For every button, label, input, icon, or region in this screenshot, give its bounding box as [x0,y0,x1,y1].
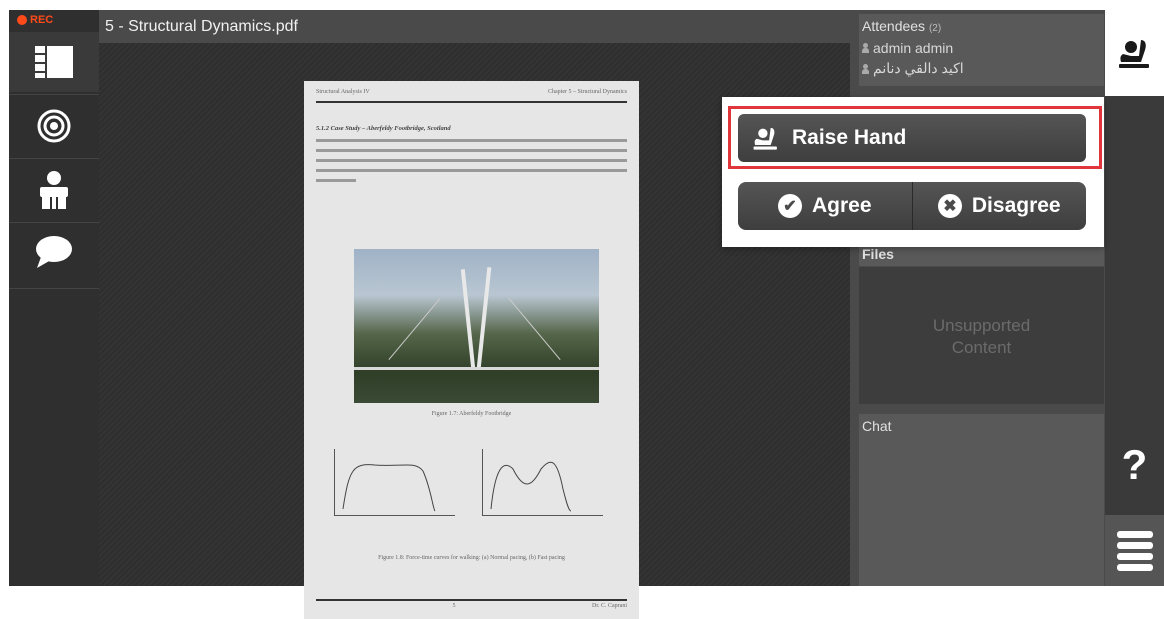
section-title: 5.1.2 Case Study – Aberfeldy Footbridge,… [316,125,451,132]
disagree-button[interactable]: ✖ Disagree [913,182,1087,230]
files-header-bar: Files [859,244,1104,266]
presenter-button[interactable] [9,160,99,220]
page-number: 5 [452,603,456,609]
chat-icon [36,236,72,268]
attendee-name: اكيد دالقي دنانم [873,60,964,76]
page-footer-right: Dr. C. Caprani [592,603,627,609]
broadcast-button[interactable] [9,96,99,156]
page-footer: 5 Dr. C. Caprani [316,603,628,609]
check-circle-icon: ✔ [777,194,802,218]
raise-hand-popup: Raise Hand ✔ Agree ✖ Disagree [722,97,1104,247]
attendees-title: Attendees [862,18,926,34]
files-panel: Unsupported Content [859,267,1104,404]
unsupported-content: Unsupported Content [859,315,1104,359]
page-header-right: Chapter 5 – Structural Dynamics [548,89,627,95]
figure2-caption: Figure 1.8: Force-time curves for walkin… [378,555,565,561]
person-icon [862,43,869,53]
help-icon: ? [1121,441,1148,488]
raise-hand-label: Raise Hand [792,126,907,149]
left-toolbar: REC [9,10,99,586]
unsupported-line2: Content [951,338,1012,357]
agree-button[interactable]: ✔ Agree [738,182,912,230]
chat-toggle-button[interactable] [9,222,99,282]
pdf-page: Structural Analysis IV Chapter 5 – Struc… [304,81,639,619]
x-circle-icon: ✖ [937,194,962,218]
figure1-caption: Figure 1.7: Aberfeldy Footbridge [431,411,512,417]
raise-hand-button[interactable]: Raise Hand [738,114,1086,162]
force-plot-a [334,449,455,516]
attendees-header: Attendees (2) [859,14,1104,38]
page-header: Structural Analysis IV Chapter 5 – Struc… [316,89,627,95]
chat-title: Chat [862,418,892,434]
attendees-count: (2) [928,23,942,34]
raise-hand-icon [753,127,777,150]
chat-panel: Chat [859,414,1104,586]
help-button[interactable]: ? [1105,435,1164,495]
document-title: 5 - Structural Dynamics.pdf [99,10,850,43]
agree-disagree-group: ✔ Agree ✖ Disagree [738,182,1086,230]
layout-icon [35,46,73,78]
disagree-label: Disagree [971,194,1061,217]
person-icon [862,63,869,74]
broadcast-icon [37,109,71,143]
agree-label: Agree [811,194,872,217]
record-dot-icon [17,15,27,25]
attendees-panel: Attendees (2) admin admin اكيد دالقي دنا… [859,14,1104,86]
raise-hand-icon [1118,40,1149,68]
page-header-left: Structural Analysis IV [316,89,370,95]
recording-label: REC [30,14,54,26]
recording-indicator: REC [17,14,53,26]
far-right-toolbar: ? [1105,10,1164,586]
force-plot-b [482,449,603,516]
bridge-photo [354,249,599,403]
attendee-item[interactable]: admin admin [859,38,1104,58]
unsupported-line1: Unsupported [932,316,1031,335]
attendee-item[interactable]: اكيد دالقي دنانم [859,58,1104,79]
menu-button[interactable] [1105,515,1164,586]
layout-button[interactable] [9,32,99,92]
files-title: Files [862,246,894,262]
attendee-name: admin admin [873,40,954,56]
hamburger-menu-icon [1116,530,1153,571]
presenter-icon [40,171,68,209]
raise-hand-toggle[interactable] [1105,10,1164,96]
